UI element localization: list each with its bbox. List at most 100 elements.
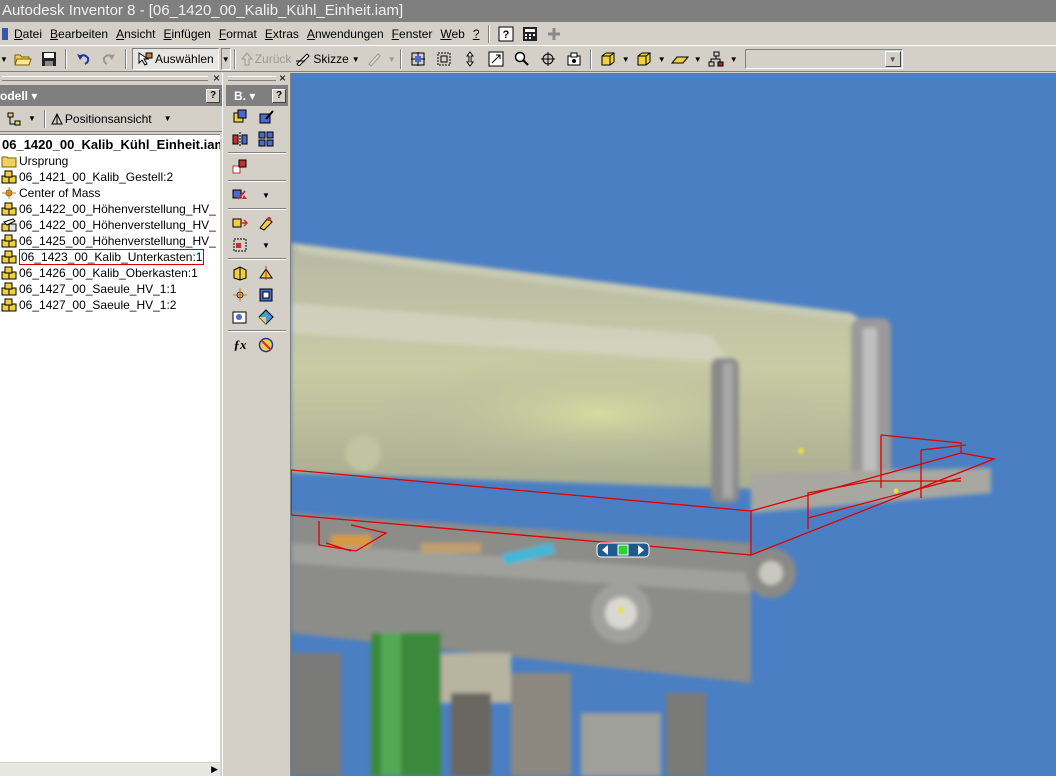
panelbar-grip[interactable]: × <box>226 71 288 85</box>
select-icon <box>138 52 153 66</box>
browser-header[interactable]: odell ▾ ? <box>0 85 222 106</box>
adaptive-assembly-icon <box>1 218 17 232</box>
dropdown-arrow-icon[interactable]: ▼ <box>0 48 8 70</box>
menu-extras[interactable]: Extras <box>261 27 303 41</box>
display-mode-icon[interactable] <box>597 48 619 70</box>
menu-datei[interactable]: Datei <box>10 27 46 41</box>
menu-bearbeiten[interactable]: Bearbeiten <box>46 27 112 41</box>
tree-item[interactable]: 06_1425_00_Höhenverstellung_HV_ <box>0 233 220 249</box>
pattern-component-icon[interactable] <box>256 130 276 148</box>
tree-item[interactable]: 06_1423_00_Kalib_Unterkasten:1 <box>0 249 220 265</box>
panelbar-header[interactable]: B. ▾ ? <box>226 85 288 106</box>
constraint-icon[interactable] <box>230 158 250 176</box>
scroll-right-icon[interactable]: ▶ <box>211 764 218 775</box>
browser-grip[interactable]: × <box>0 71 222 85</box>
analysis-icon[interactable] <box>256 336 276 354</box>
help-icon[interactable]: ? <box>495 24 517 44</box>
filter-dropdown-arrow[interactable]: ▼ <box>28 114 36 123</box>
ucs-icon[interactable] <box>256 286 276 304</box>
replace-dropdown-arrow[interactable]: ▼ <box>256 186 276 204</box>
open-folder-icon[interactable] <box>12 48 34 70</box>
pencil-icon[interactable] <box>363 48 385 70</box>
panelbar-separator <box>228 258 286 260</box>
calculator-icon[interactable] <box>519 24 541 44</box>
zoom-window-icon[interactable] <box>433 48 455 70</box>
place-component-icon[interactable] <box>230 108 250 126</box>
graphics-window[interactable] <box>291 73 1056 776</box>
tree-item[interactable]: Ursprung <box>0 153 220 169</box>
add-icon[interactable] <box>543 24 565 44</box>
tree-item[interactable]: 06_1422_00_Höhenverstellung_HV_ <box>0 201 220 217</box>
work-plane-icon[interactable] <box>230 264 250 282</box>
sketch-button-label: Skizze <box>313 52 349 66</box>
replace-component-icon[interactable] <box>230 186 250 204</box>
horizontal-scrollbar[interactable]: ▶ <box>0 762 220 776</box>
create-view-icon[interactable] <box>230 308 250 326</box>
tree-item[interactable]: Center of Mass <box>0 185 220 201</box>
camera-mode-icon[interactable] <box>633 48 655 70</box>
save-icon[interactable] <box>38 48 60 70</box>
undo-icon[interactable] <box>72 48 94 70</box>
menu-anwendungen[interactable]: Anwendungen <box>303 27 388 41</box>
color-combo[interactable]: ▼ <box>744 49 903 69</box>
material-icon[interactable] <box>256 308 276 326</box>
pencil-dropdown-arrow[interactable]: ▼ <box>387 48 397 70</box>
panelbar-close-icon[interactable]: × <box>279 71 286 85</box>
rotate-component-icon[interactable] <box>256 214 276 232</box>
toolbar-separator <box>233 49 236 69</box>
back-button-label: Zurück <box>254 52 292 66</box>
browser-help-icon[interactable]: ? <box>206 88 220 103</box>
menu-ansicht[interactable]: Ansicht <box>112 27 159 41</box>
menu-fenster[interactable]: Fenster <box>388 27 437 41</box>
zoom-icon[interactable] <box>459 48 481 70</box>
parameters-icon[interactable]: ƒx <box>230 336 250 354</box>
tree-item[interactable]: 06_1426_00_Kalib_Oberkasten:1 <box>0 265 220 281</box>
tree-item[interactable]: 06_1422_00_Höhenverstellung_HV_ <box>0 217 220 233</box>
position-view-label[interactable]: Positionsansicht <box>65 112 152 126</box>
select-dropdown-arrow[interactable]: ▼ <box>220 48 231 70</box>
menu-format[interactable]: Format <box>215 27 261 41</box>
pan-icon[interactable] <box>485 48 507 70</box>
tree-item[interactable]: 06_1421_00_Kalib_Gestell:2 <box>0 169 220 185</box>
panelbar-help-icon[interactable]: ? <box>272 88 286 103</box>
combo-arrow-icon[interactable]: ▼ <box>884 51 901 67</box>
shadow-dropdown-arrow[interactable]: ▼ <box>693 48 703 70</box>
look-at-icon[interactable] <box>563 48 585 70</box>
browser-close-icon[interactable]: × <box>213 71 220 85</box>
section-view-icon[interactable] <box>230 236 250 254</box>
model-view[interactable] <box>291 73 1056 776</box>
sketch-button[interactable]: Skizze <box>295 48 349 70</box>
sketch-dropdown-arrow[interactable]: ▼ <box>351 48 361 70</box>
tree-item[interactable]: 06_1427_00_Saeule_HV_1:1 <box>0 281 220 297</box>
work-point-icon[interactable] <box>230 286 250 304</box>
filter-icon[interactable] <box>6 112 22 126</box>
back-button[interactable]: Zurück <box>240 48 292 70</box>
structure-dropdown-arrow[interactable]: ▼ <box>729 48 739 70</box>
menu-help[interactable]: ? <box>469 27 484 41</box>
move-grip-icon[interactable] <box>596 542 650 558</box>
back-arrow-icon <box>240 52 253 66</box>
mirror-component-icon[interactable] <box>230 130 250 148</box>
model-browser: × odell ▾ ? ▼ Positionsansicht ▼ 06_1420… <box>0 71 222 776</box>
work-axis-icon[interactable] <box>256 264 276 282</box>
rotate-icon[interactable] <box>537 48 559 70</box>
zoom-all-icon[interactable] <box>407 48 429 70</box>
create-component-icon[interactable] <box>256 108 276 126</box>
select-button[interactable]: Auswählen <box>132 48 219 70</box>
menu-einfuegen[interactable]: Einfügen <box>159 27 214 41</box>
move-component-icon[interactable] <box>230 214 250 232</box>
redo-icon[interactable] <box>98 48 120 70</box>
section-dropdown-arrow[interactable]: ▼ <box>256 236 276 254</box>
display-mode-dropdown-arrow[interactable]: ▼ <box>621 48 631 70</box>
tree-item[interactable]: 06_1427_00_Saeule_HV_1:2 <box>0 297 220 313</box>
tree-item-label: Center of Mass <box>19 186 101 200</box>
tree-root[interactable]: 06_1420_00_Kalib_Kühl_Einheit.iam <box>0 135 220 153</box>
position-view-dropdown-arrow[interactable]: ▼ <box>164 114 172 123</box>
app-icon[interactable] <box>2 27 8 40</box>
assembly-icon <box>1 250 17 264</box>
menu-web[interactable]: Web <box>436 27 468 41</box>
shadow-icon[interactable] <box>669 48 691 70</box>
structure-icon[interactable] <box>705 48 727 70</box>
zoom-selected-icon[interactable] <box>511 48 533 70</box>
camera-mode-dropdown-arrow[interactable]: ▼ <box>657 48 667 70</box>
